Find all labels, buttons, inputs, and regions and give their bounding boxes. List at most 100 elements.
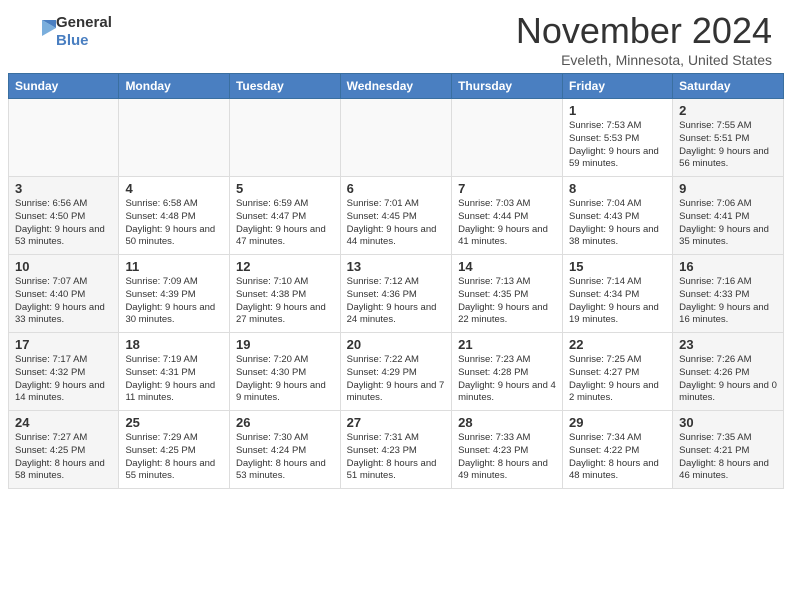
day-number: 28 (458, 415, 556, 430)
weekday-header-row: SundayMondayTuesdayWednesdayThursdayFrid… (9, 74, 784, 99)
calendar-week-row: 17Sunrise: 7:17 AM Sunset: 4:32 PM Dayli… (9, 333, 784, 411)
calendar-cell: 11 Sunrise: 7:09 AM Sunset: 4:39 PM Dayli… (119, 255, 230, 333)
header: General Blue November 2024 Eveleth, Minn… (0, 0, 792, 73)
weekday-header-saturday: Saturday (673, 74, 784, 99)
day-info: Sunrise: 7:19 AM Sunset: 4:31 PM Dayligh… (125, 354, 223, 405)
calendar-cell: 18 Sunrise: 7:19 AM Sunset: 4:31 PM Dayli… (119, 333, 230, 411)
logo-general: General (56, 14, 112, 32)
calendar-cell (9, 99, 119, 177)
calendar-cell: 6Sunrise: 7:01 AM Sunset: 4:45 PM Daylig… (340, 177, 451, 255)
calendar-cell (452, 99, 563, 177)
title-area: November 2024 Eveleth, Minnesota, United… (516, 10, 772, 68)
day-info: Sunrise: 7:06 AM Sunset: 4:41 PM Dayligh… (679, 198, 777, 249)
day-info: Sunrise: 7:26 AM Sunset: 4:26 PM Dayligh… (679, 354, 777, 405)
calendar-cell: 23 Sunrise: 7:26 AM Sunset: 4:26 PM Dayli… (673, 333, 784, 411)
calendar-cell: 8Sunrise: 7:04 AM Sunset: 4:43 PM Daylig… (563, 177, 673, 255)
day-info: Sunrise: 7:35 AM Sunset: 4:21 PM Dayligh… (679, 432, 777, 483)
calendar-week-row: 10 Sunrise: 7:07 AM Sunset: 4:40 PM Dayli… (9, 255, 784, 333)
calendar-cell: 22 Sunrise: 7:25 AM Sunset: 4:27 PM Dayli… (563, 333, 673, 411)
calendar-cell: 27Sunrise: 7:31 AM Sunset: 4:23 PM Dayli… (340, 411, 451, 489)
calendar-cell: 26Sunrise: 7:30 AM Sunset: 4:24 PM Dayli… (229, 411, 340, 489)
calendar-cell: 28 Sunrise: 7:33 AM Sunset: 4:23 PM Dayli… (452, 411, 563, 489)
day-number: 17 (15, 337, 112, 352)
day-info: Sunrise: 7:30 AM Sunset: 4:24 PM Dayligh… (236, 432, 334, 483)
calendar-cell: 5Sunrise: 6:59 AM Sunset: 4:47 PM Daylig… (229, 177, 340, 255)
day-number: 11 (125, 259, 223, 274)
day-info: Sunrise: 7:29 AM Sunset: 4:25 PM Dayligh… (125, 432, 223, 483)
weekday-header-thursday: Thursday (452, 74, 563, 99)
day-info: Sunrise: 7:12 AM Sunset: 4:36 PM Dayligh… (347, 276, 445, 327)
day-number: 13 (347, 259, 445, 274)
calendar-cell (340, 99, 451, 177)
day-info: Sunrise: 7:33 AM Sunset: 4:23 PM Dayligh… (458, 432, 556, 483)
calendar-cell: 20 Sunrise: 7:22 AM Sunset: 4:29 PM Dayli… (340, 333, 451, 411)
calendar-cell: 30Sunrise: 7:35 AM Sunset: 4:21 PM Dayli… (673, 411, 784, 489)
location: Eveleth, Minnesota, United States (516, 52, 772, 68)
day-info: Sunrise: 7:10 AM Sunset: 4:38 PM Dayligh… (236, 276, 334, 327)
month-title: November 2024 (516, 10, 772, 52)
day-info: Sunrise: 7:23 AM Sunset: 4:28 PM Dayligh… (458, 354, 556, 405)
day-number: 2 (679, 103, 777, 118)
calendar-table: SundayMondayTuesdayWednesdayThursdayFrid… (8, 73, 784, 489)
day-info: Sunrise: 7:25 AM Sunset: 4:27 PM Dayligh… (569, 354, 666, 405)
calendar-cell (229, 99, 340, 177)
day-info: Sunrise: 7:13 AM Sunset: 4:35 PM Dayligh… (458, 276, 556, 327)
calendar-cell: 15Sunrise: 7:14 AM Sunset: 4:34 PM Dayli… (563, 255, 673, 333)
calendar-cell: 1Sunrise: 7:53 AM Sunset: 5:53 PM Daylig… (563, 99, 673, 177)
calendar-week-row: 24 Sunrise: 7:27 AM Sunset: 4:25 PM Dayli… (9, 411, 784, 489)
weekday-header-sunday: Sunday (9, 74, 119, 99)
calendar-cell: 4 Sunrise: 6:58 AM Sunset: 4:48 PM Daylig… (119, 177, 230, 255)
logo-text: General Blue (56, 14, 112, 50)
day-info: Sunrise: 6:56 AM Sunset: 4:50 PM Dayligh… (15, 198, 112, 249)
day-number: 23 (679, 337, 777, 352)
weekday-header-tuesday: Tuesday (229, 74, 340, 99)
day-info: Sunrise: 7:27 AM Sunset: 4:25 PM Dayligh… (15, 432, 112, 483)
calendar-cell: 13 Sunrise: 7:12 AM Sunset: 4:36 PM Dayli… (340, 255, 451, 333)
day-number: 19 (236, 337, 334, 352)
day-info: Sunrise: 7:55 AM Sunset: 5:51 PM Dayligh… (679, 120, 777, 171)
day-number: 7 (458, 181, 556, 196)
day-number: 3 (15, 181, 112, 196)
calendar-week-row: 3 Sunrise: 6:56 AM Sunset: 4:50 PM Daylig… (9, 177, 784, 255)
day-number: 4 (125, 181, 223, 196)
calendar-cell: 19Sunrise: 7:20 AM Sunset: 4:30 PM Dayli… (229, 333, 340, 411)
day-number: 16 (679, 259, 777, 274)
calendar-cell: 12 Sunrise: 7:10 AM Sunset: 4:38 PM Dayli… (229, 255, 340, 333)
weekday-header-friday: Friday (563, 74, 673, 99)
calendar-cell: 24 Sunrise: 7:27 AM Sunset: 4:25 PM Dayli… (9, 411, 119, 489)
day-number: 12 (236, 259, 334, 274)
calendar-cell: 10 Sunrise: 7:07 AM Sunset: 4:40 PM Dayli… (9, 255, 119, 333)
day-info: Sunrise: 7:01 AM Sunset: 4:45 PM Dayligh… (347, 198, 445, 249)
day-number: 22 (569, 337, 666, 352)
day-number: 18 (125, 337, 223, 352)
calendar-cell: 9 Sunrise: 7:06 AM Sunset: 4:41 PM Daylig… (673, 177, 784, 255)
day-number: 9 (679, 181, 777, 196)
weekday-header-monday: Monday (119, 74, 230, 99)
logo-icon (20, 14, 56, 50)
calendar-week-row: 1Sunrise: 7:53 AM Sunset: 5:53 PM Daylig… (9, 99, 784, 177)
logo-blue: Blue (56, 32, 112, 50)
day-info: Sunrise: 6:58 AM Sunset: 4:48 PM Dayligh… (125, 198, 223, 249)
day-info: Sunrise: 7:34 AM Sunset: 4:22 PM Dayligh… (569, 432, 666, 483)
day-number: 10 (15, 259, 112, 274)
calendar-cell: 2 Sunrise: 7:55 AM Sunset: 5:51 PM Daylig… (673, 99, 784, 177)
calendar-cell: 25Sunrise: 7:29 AM Sunset: 4:25 PM Dayli… (119, 411, 230, 489)
day-info: Sunrise: 7:04 AM Sunset: 4:43 PM Dayligh… (569, 198, 666, 249)
weekday-header-wednesday: Wednesday (340, 74, 451, 99)
day-number: 24 (15, 415, 112, 430)
day-number: 20 (347, 337, 445, 352)
calendar-cell: 17Sunrise: 7:17 AM Sunset: 4:32 PM Dayli… (9, 333, 119, 411)
day-number: 14 (458, 259, 556, 274)
day-info: Sunrise: 7:16 AM Sunset: 4:33 PM Dayligh… (679, 276, 777, 327)
day-info: Sunrise: 7:22 AM Sunset: 4:29 PM Dayligh… (347, 354, 445, 405)
calendar-cell: 3 Sunrise: 6:56 AM Sunset: 4:50 PM Daylig… (9, 177, 119, 255)
calendar-cell (119, 99, 230, 177)
day-info: Sunrise: 7:07 AM Sunset: 4:40 PM Dayligh… (15, 276, 112, 327)
day-info: Sunrise: 7:14 AM Sunset: 4:34 PM Dayligh… (569, 276, 666, 327)
day-info: Sunrise: 7:09 AM Sunset: 4:39 PM Dayligh… (125, 276, 223, 327)
calendar-cell: 14 Sunrise: 7:13 AM Sunset: 4:35 PM Dayli… (452, 255, 563, 333)
calendar-cell: 21Sunrise: 7:23 AM Sunset: 4:28 PM Dayli… (452, 333, 563, 411)
calendar-cell: 29Sunrise: 7:34 AM Sunset: 4:22 PM Dayli… (563, 411, 673, 489)
calendar-wrapper: SundayMondayTuesdayWednesdayThursdayFrid… (0, 73, 792, 497)
day-info: Sunrise: 7:53 AM Sunset: 5:53 PM Dayligh… (569, 120, 666, 171)
